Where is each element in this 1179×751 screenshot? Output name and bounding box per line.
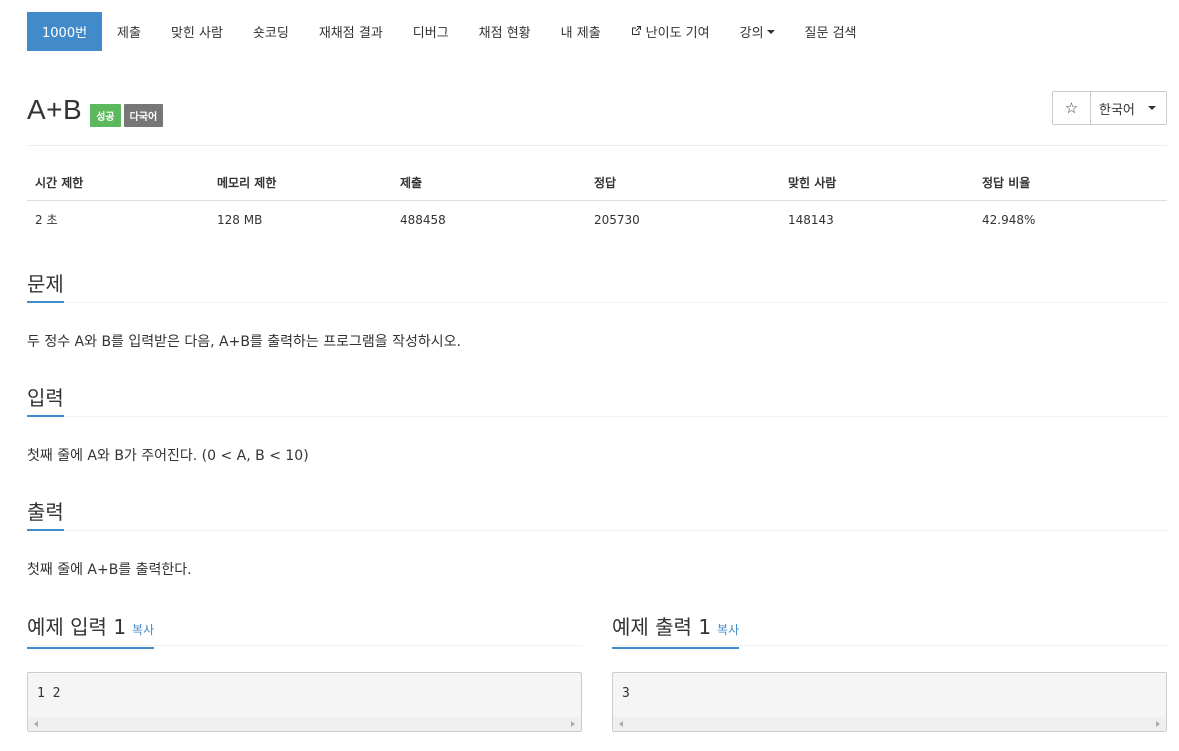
scroll-right-arrow-icon[interactable] (571, 721, 575, 727)
nav-tab-debug[interactable]: 디버그 (398, 12, 464, 51)
divider (27, 145, 1167, 146)
language-dropdown-button[interactable]: 한국어 (1091, 91, 1167, 125)
nav-tab-label: 채점 현황 (478, 26, 531, 41)
section-headline: 예제 입력 1 복사 (27, 614, 582, 649)
header-accept-ratio: 정답 비율 (974, 164, 1167, 201)
sample-input-box[interactable]: 1 2 (27, 672, 582, 732)
language-label: 한국어 (1099, 102, 1135, 118)
table-row: 2 초 128 MB 488458 205730 148143 42.948% (27, 201, 1167, 239)
scroll-left-arrow-icon[interactable] (34, 721, 38, 727)
problem-actions: ☆ 한국어 (1052, 91, 1167, 125)
star-icon: ☆ (1064, 99, 1079, 117)
horizontal-scrollbar[interactable] (28, 717, 581, 731)
nav-tab-difficulty[interactable]: 난이도 기여 (616, 12, 725, 51)
accept-ratio-value: 42.948% (982, 212, 1036, 227)
problem-title-row: A+B 성공 다국어 (27, 92, 166, 128)
section-headline: 예제 출력 1 복사 (612, 614, 1167, 649)
sample-output-title: 예제 출력 1 복사 (612, 614, 740, 649)
submissions-value: 488458 (400, 212, 446, 227)
favorite-star-button[interactable]: ☆ (1052, 91, 1091, 125)
sample-output-title-text: 예제 출력 1 (612, 615, 712, 639)
horizontal-scrollbar[interactable] (613, 717, 1166, 731)
nav-tab-question-search[interactable]: 질문 검색 (790, 12, 872, 51)
nav-tab-problem-number[interactable]: 1000번 (27, 12, 103, 51)
table-header-row: 시간 제한 메모리 제한 제출 정답 맞힌 사람 정답 비율 (27, 164, 1167, 201)
external-link-icon (631, 25, 642, 39)
nav-tab-label: 재채점 결과 (318, 26, 383, 41)
time-limit-value: 2 초 (35, 213, 58, 227)
accepted-value: 205730 (594, 212, 640, 227)
nav-tab-label: 제출 (117, 26, 141, 41)
nav-tab-label: 강의 (739, 26, 764, 41)
nav-tab-label: 숏코딩 (252, 26, 289, 41)
sample-input-title: 예제 입력 1 복사 (27, 614, 155, 649)
nav-tab-label: 맞힌 사람 (170, 26, 223, 41)
memory-limit-value: 128 MB (217, 212, 263, 227)
section-title-input: 입력 (27, 385, 64, 417)
sample-output-section: 예제 출력 1 복사 3 (612, 614, 1167, 732)
nav-tab-lectures-dropdown[interactable]: 강의 (725, 12, 790, 51)
caret-down-icon (1147, 106, 1156, 110)
nav-tab-submit[interactable]: 제출 (102, 12, 156, 51)
section-headline: 문제 (27, 271, 1167, 303)
nav-tab-status[interactable]: 채점 현황 (464, 12, 546, 51)
scroll-left-arrow-icon[interactable] (619, 721, 623, 727)
nav-tab-short-coding[interactable]: 숏코딩 (238, 12, 304, 51)
section-headline: 입력 (27, 385, 1167, 417)
copy-sample-input-button[interactable]: 복사 (132, 623, 154, 637)
nav-tab-label: 질문 검색 (804, 26, 857, 41)
section-title-problem: 문제 (27, 271, 64, 303)
sample-input-title-text: 예제 입력 1 (27, 615, 127, 639)
problem-description-text: 두 정수 A와 B를 입력받은 다음, A+B를 출력하는 프로그램을 작성하시… (27, 334, 461, 350)
status-badge-success: 성공 (90, 103, 121, 127)
header-time-limit: 시간 제한 (27, 164, 209, 201)
nav-tab-label: 내 제출 (560, 26, 601, 41)
problem-nav: 1000번 제출 맞힌 사람 숏코딩 재채점 결과 디버그 채점 현황 내 제출… (27, 12, 872, 51)
problem-description-section: 문제 두 정수 A와 B를 입력받은 다음, A+B를 출력하는 프로그램을 작… (27, 271, 1167, 351)
section-headline: 출력 (27, 499, 1167, 531)
nav-tab-label: 1000번 (42, 26, 88, 41)
output-description-text: 첫째 줄에 A+B를 출력한다. (27, 562, 192, 578)
sample-input-content: 1 2 (37, 686, 61, 701)
problem-info-table: 시간 제한 메모리 제한 제출 정답 맞힌 사람 정답 비율 2 초 128 M… (27, 164, 1167, 238)
input-description-text: 첫째 줄에 A와 B가 주어진다. (0 < A, B < 10) (27, 448, 309, 464)
nav-tab-solvers[interactable]: 맞힌 사람 (156, 12, 238, 51)
nav-tab-label: 난이도 기여 (645, 26, 710, 41)
multilang-badge: 다국어 (123, 103, 164, 127)
copy-sample-output-button[interactable]: 복사 (717, 623, 739, 637)
header-submissions: 제출 (392, 164, 586, 201)
nav-tab-my-submissions[interactable]: 내 제출 (546, 12, 616, 51)
header-accepted: 정답 (586, 164, 780, 201)
nav-tab-rejudge[interactable]: 재채점 결과 (304, 12, 398, 51)
problem-title: A+B (27, 94, 83, 125)
sample-output-box[interactable]: 3 (612, 672, 1167, 732)
sample-input-section: 예제 입력 1 복사 1 2 (27, 614, 582, 732)
output-section: 출력 첫째 줄에 A+B를 출력한다. (27, 499, 1167, 579)
input-section: 입력 첫째 줄에 A와 B가 주어진다. (0 < A, B < 10) (27, 385, 1167, 465)
caret-down-icon (766, 29, 775, 34)
scroll-right-arrow-icon[interactable] (1156, 721, 1160, 727)
header-solvers: 맞힌 사람 (780, 164, 974, 201)
nav-tab-label: 디버그 (412, 26, 449, 41)
solvers-value: 148143 (788, 212, 834, 227)
header-memory-limit: 메모리 제한 (209, 164, 392, 201)
section-title-output: 출력 (27, 499, 64, 531)
sample-output-content: 3 (622, 686, 630, 701)
